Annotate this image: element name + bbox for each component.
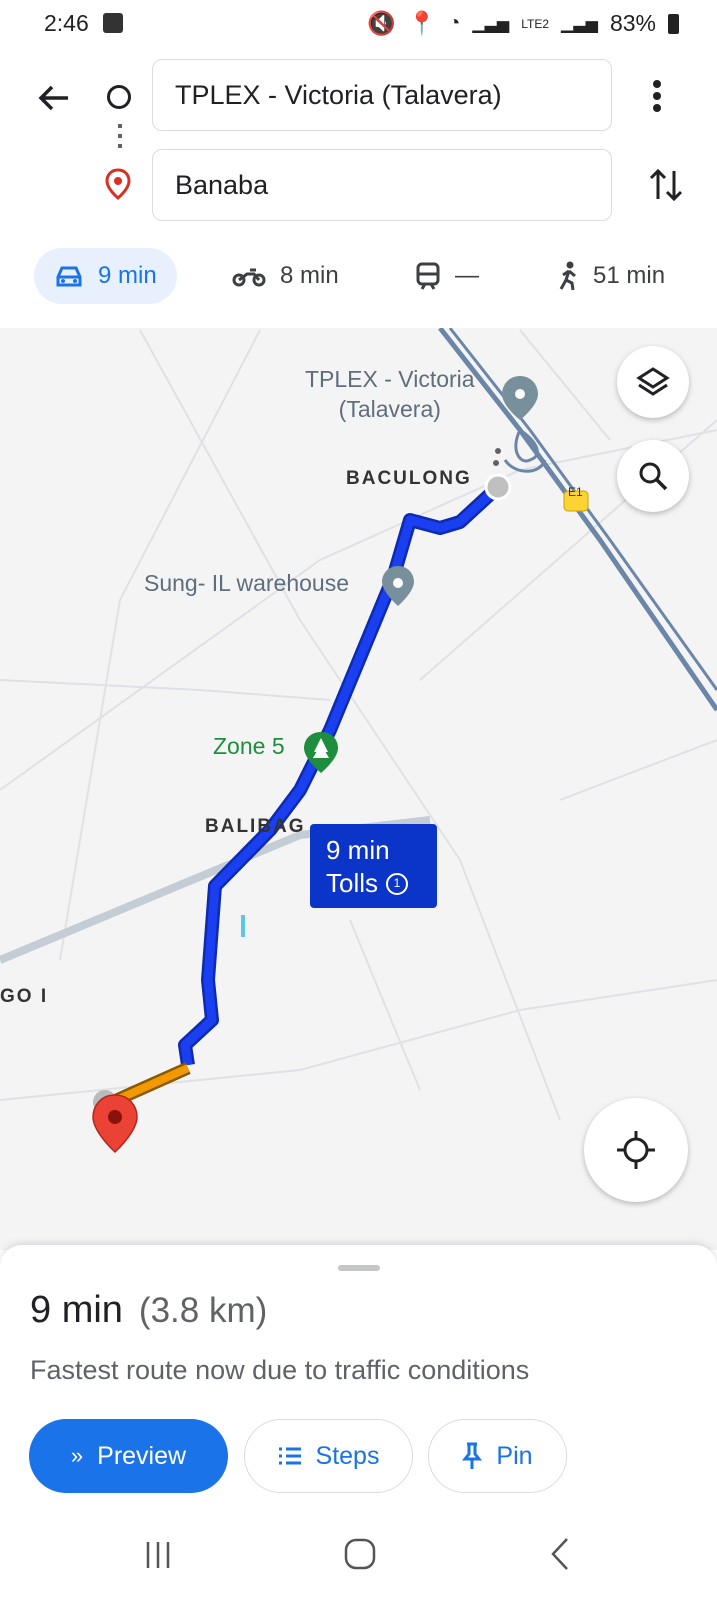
origin-icon bbox=[107, 85, 131, 109]
motorcycle-icon bbox=[232, 268, 266, 287]
origin-marker bbox=[484, 473, 512, 501]
route-dots-icon bbox=[118, 124, 122, 154]
mode-tab-drive[interactable]: 9 min bbox=[34, 248, 177, 304]
origin-text: TPLEX - Victoria (Talavera) bbox=[175, 79, 502, 110]
steps-button[interactable]: Steps bbox=[244, 1419, 413, 1493]
system-back-icon bbox=[551, 1538, 568, 1570]
map-label-balibago: BALIBAG bbox=[205, 816, 306, 837]
wifi-icon: ◔ bbox=[448, 12, 461, 34]
search-icon bbox=[639, 462, 668, 491]
list-icon bbox=[278, 1447, 301, 1465]
battery-level: 83% bbox=[609, 10, 656, 36]
mode-motorcycle-time: 8 min bbox=[280, 262, 339, 289]
pin-label: Pin bbox=[496, 1441, 533, 1470]
status-time: 2:46 bbox=[44, 10, 89, 36]
map-label-zone5: Zone 5 bbox=[213, 733, 285, 759]
more-vert-icon bbox=[653, 80, 661, 112]
minor-roads bbox=[0, 329, 717, 1121]
origin-field[interactable]: TPLEX - Victoria (Talavera) bbox=[152, 59, 612, 131]
recents-button[interactable] bbox=[143, 1538, 173, 1572]
mute-icon: 🔇 bbox=[366, 10, 396, 36]
home-button[interactable] bbox=[343, 1537, 377, 1571]
signal-icon: ▁▃▅ bbox=[472, 15, 510, 33]
layers-icon bbox=[636, 367, 670, 396]
route-duration: 9 min bbox=[30, 1289, 123, 1331]
drag-handle[interactable] bbox=[338, 1265, 380, 1271]
preview-button[interactable]: » Preview bbox=[29, 1419, 228, 1493]
status-icons: 🔇 📍 ◔ ▁▃▅ LTE2 ▁▃▅ 83% bbox=[367, 10, 679, 37]
train-icon bbox=[416, 262, 440, 290]
map-label-baculong: BACULONG bbox=[346, 468, 472, 489]
layers-button[interactable] bbox=[617, 346, 689, 418]
destination-pin-icon bbox=[104, 168, 132, 205]
map-label-origin-line1: TPLEX - Victoria bbox=[305, 366, 475, 392]
notification-icon bbox=[103, 13, 123, 33]
route-distance: (3.8 km) bbox=[138, 1291, 268, 1330]
back-arrow-icon bbox=[38, 85, 68, 111]
destination-text: Banaba bbox=[175, 169, 269, 200]
my-location-icon bbox=[617, 1131, 655, 1169]
mode-tab-transit[interactable]: — bbox=[415, 248, 479, 304]
more-options-button[interactable] bbox=[650, 76, 664, 116]
mode-transit-time: — bbox=[455, 262, 479, 289]
status-bar: 2:46 🔇 📍 ◔ ▁▃▅ LTE2 ▁▃▅ 83% bbox=[0, 0, 717, 50]
map-view[interactable]: TPLEX - Victoria (Talavera) BACULONG Sun… bbox=[0, 328, 717, 1250]
network-label: LTE2 bbox=[521, 16, 550, 31]
double-chevron-icon: » bbox=[70, 1443, 84, 1468]
my-location-button[interactable] bbox=[584, 1098, 688, 1202]
search-along-route-button[interactable] bbox=[617, 440, 689, 512]
destination-field[interactable]: Banaba bbox=[152, 149, 612, 221]
callout-tolls: Tolls bbox=[326, 868, 379, 898]
map-label-warehouse: Sung- IL warehouse bbox=[144, 570, 350, 596]
recents-icon bbox=[146, 1542, 170, 1568]
route-note: Fastest route now due to traffic conditi… bbox=[30, 1355, 530, 1385]
pin-button[interactable]: Pin bbox=[428, 1419, 567, 1493]
callout-time: 9 min bbox=[326, 835, 390, 865]
car-icon bbox=[56, 266, 82, 287]
swap-button[interactable] bbox=[648, 165, 684, 205]
steps-label: Steps bbox=[315, 1441, 380, 1470]
mode-tab-motorcycle[interactable]: 8 min bbox=[232, 248, 339, 304]
system-back-button[interactable] bbox=[548, 1536, 572, 1572]
battery-icon bbox=[668, 13, 679, 34]
mode-tab-walk[interactable]: 51 min bbox=[557, 248, 665, 304]
home-icon bbox=[344, 1538, 376, 1570]
route-summary: 9 min (3.8 km) bbox=[30, 1289, 267, 1332]
route-callout[interactable]: 9 min Tolls 1 bbox=[310, 824, 437, 908]
swap-icon bbox=[649, 168, 683, 202]
water-feature bbox=[241, 915, 245, 937]
map-label-origin-line2: (Talavera) bbox=[338, 396, 441, 422]
preview-label: Preview bbox=[97, 1441, 187, 1470]
mode-drive-time: 9 min bbox=[98, 262, 157, 289]
walk-icon bbox=[559, 261, 576, 291]
mode-walk-time: 51 min bbox=[593, 262, 666, 289]
highway-badge-label: E1 bbox=[568, 485, 583, 499]
toll-icon: 1 bbox=[386, 872, 409, 895]
map-label-origin: TPLEX - Victoria (Talavera) bbox=[305, 364, 475, 424]
signal-icon-2: ▁▃▅ bbox=[561, 15, 598, 33]
pin-icon bbox=[462, 1442, 483, 1469]
map-label-goi: GO I bbox=[0, 986, 49, 1007]
back-button[interactable] bbox=[34, 78, 74, 118]
location-icon: 📍 bbox=[407, 10, 437, 36]
